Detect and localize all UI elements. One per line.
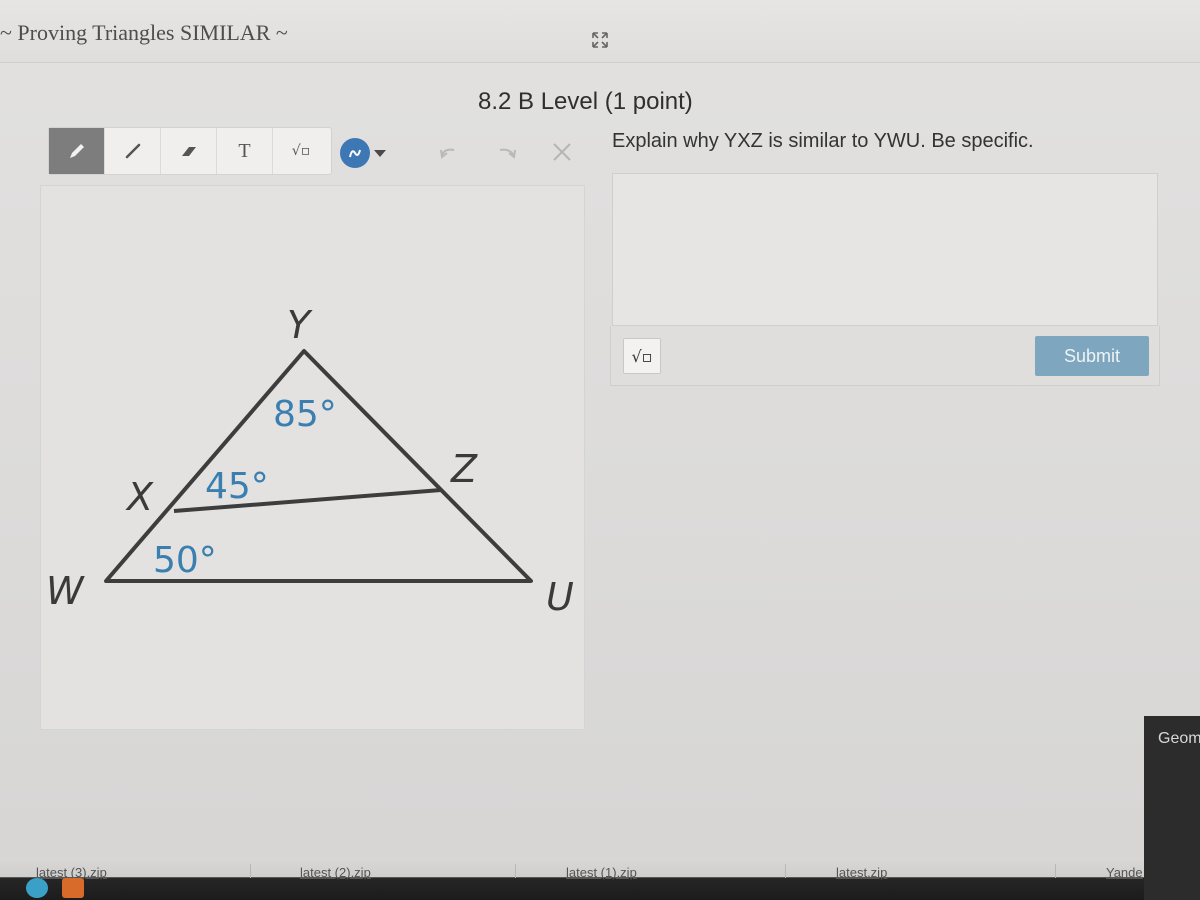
- download-separator: [250, 864, 251, 878]
- text-tool-label: T: [238, 139, 251, 162]
- color-swatch: [340, 138, 370, 168]
- line-icon: [125, 143, 140, 159]
- drawing-toolbar: T √▫: [48, 127, 332, 175]
- download-separator: [515, 864, 516, 878]
- vertex-label-x: X: [125, 475, 154, 519]
- browser-icon[interactable]: [26, 878, 48, 898]
- pencil-tool-button[interactable]: [49, 128, 105, 174]
- download-separator: [1055, 864, 1056, 878]
- download-item[interactable]: Yande: [1106, 865, 1143, 880]
- text-tool-button[interactable]: T: [217, 128, 273, 174]
- line-tool-button[interactable]: [105, 128, 161, 174]
- squiggle-icon: [349, 149, 361, 158]
- color-picker[interactable]: [340, 138, 386, 168]
- top-bar: ~ Proving Triangles SIMILAR ~: [0, 0, 1200, 63]
- side-tab-label: Geom: [1158, 730, 1200, 747]
- vertex-label-w: W: [46, 569, 85, 613]
- vertex-label-u: U: [546, 575, 574, 619]
- eraser-icon: [181, 147, 196, 156]
- question-title: 8.2 B Level (1 point): [478, 88, 693, 115]
- sqrt-icon: √▫: [291, 143, 311, 159]
- submit-button[interactable]: Submit: [1035, 336, 1149, 376]
- question-prompt: Explain why YXZ is similar to YWU. Be sp…: [612, 130, 1034, 152]
- pencil-icon: [69, 144, 84, 158]
- answer-footer: √▫ Submit: [610, 326, 1160, 386]
- fullscreen-icon[interactable]: [590, 30, 610, 50]
- angle-label-x: 45°: [205, 466, 269, 507]
- eraser-tool-button[interactable]: [161, 128, 217, 174]
- document-title: ~ Proving Triangles SIMILAR ~: [0, 20, 288, 45]
- app-icon[interactable]: [62, 878, 84, 898]
- drawing-canvas[interactable]: Y Z X W U 85° 45° 50°: [40, 185, 585, 730]
- downloads-bar: latest (3).zip latest (2).zip latest (1)…: [0, 858, 1144, 900]
- redo-button[interactable]: [494, 140, 522, 164]
- redo-icon: [499, 148, 516, 159]
- download-separator: [785, 864, 786, 878]
- triangle-figure: Y Z X W U 85° 45° 50°: [46, 303, 574, 619]
- undo-icon: [440, 148, 455, 159]
- download-item[interactable]: latest (1).zip: [566, 865, 637, 880]
- sqrt-tool-button[interactable]: √▫: [273, 128, 329, 174]
- download-item[interactable]: latest (2).zip: [300, 865, 371, 880]
- answer-box: [612, 173, 1158, 326]
- vertex-label-y: Y: [287, 303, 313, 347]
- download-item[interactable]: latest.zip: [836, 865, 887, 880]
- clear-icon: [553, 143, 571, 161]
- vertex-label-z: Z: [450, 447, 478, 491]
- clear-button[interactable]: [548, 140, 576, 164]
- math-editor-button[interactable]: √▫: [623, 338, 661, 374]
- undo-button[interactable]: [434, 140, 462, 164]
- angle-label-y: 85°: [273, 394, 337, 435]
- angle-label-w: 50°: [153, 540, 217, 581]
- side-tab[interactable]: Geom: [1144, 716, 1200, 900]
- answer-input[interactable]: [613, 174, 1157, 325]
- chevron-down-icon: [374, 149, 386, 157]
